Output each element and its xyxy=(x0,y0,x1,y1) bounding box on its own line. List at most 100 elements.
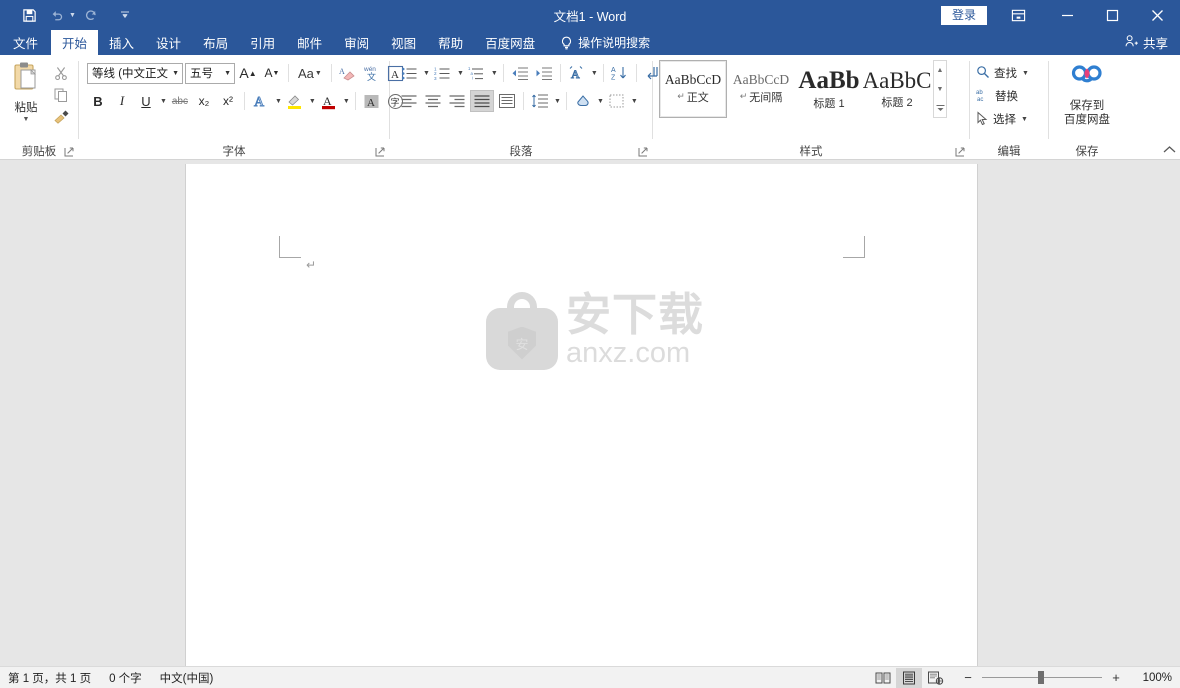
subscript-button[interactable]: x₂ xyxy=(193,90,215,112)
tab-home[interactable]: 开始 xyxy=(51,30,99,55)
tab-layout[interactable]: 布局 xyxy=(192,30,239,55)
font-name-chevron-down-icon[interactable]: ▼ xyxy=(169,70,179,77)
increase-indent-icon[interactable] xyxy=(533,62,555,84)
document-canvas[interactable]: ↵ 安 安下载 anxz.com xyxy=(0,160,1180,666)
tab-mailings[interactable]: 邮件 xyxy=(286,30,333,55)
cut-icon[interactable] xyxy=(50,63,72,82)
minimize-icon[interactable] xyxy=(1045,0,1090,30)
text-effects-chevron-down-icon[interactable]: ▼ xyxy=(275,98,282,105)
bullets-chevron-down-icon[interactable]: ▼ xyxy=(423,70,430,77)
redo-icon[interactable] xyxy=(78,4,104,26)
text-effects-icon[interactable]: A xyxy=(250,90,272,112)
tell-me-search[interactable]: 操作说明搜索 xyxy=(560,30,650,55)
share-button[interactable]: 共享 xyxy=(1124,30,1168,55)
page-indicator[interactable]: 第 1 页，共 1 页 xyxy=(8,670,91,686)
paste-button[interactable]: 粘贴 ▼ xyxy=(4,59,48,123)
align-center-icon[interactable] xyxy=(422,90,444,112)
asian-layout-chevron-down-icon[interactable]: ▼ xyxy=(591,70,598,77)
highlight-chevron-down-icon[interactable]: ▼ xyxy=(309,98,316,105)
styles-scroll-up-icon[interactable]: ▲ xyxy=(934,61,946,79)
font-color-chevron-down-icon[interactable]: ▼ xyxy=(343,98,350,105)
customize-quick-access-icon[interactable] xyxy=(112,4,138,26)
style-no-spacing[interactable]: AaBbCcD ↵ 无间隔 xyxy=(727,60,795,118)
tab-design[interactable]: 设计 xyxy=(145,30,192,55)
styles-scroll-down-icon[interactable]: ▼ xyxy=(934,80,946,98)
numbering-chevron-down-icon[interactable]: ▼ xyxy=(457,70,464,77)
multilevel-chevron-down-icon[interactable]: ▼ xyxy=(491,70,498,77)
sort-icon[interactable]: AZ xyxy=(609,62,631,84)
copy-icon[interactable] xyxy=(50,85,72,104)
tab-baidu-netdisk[interactable]: 百度网盘 xyxy=(474,30,546,55)
justify-icon[interactable] xyxy=(470,90,494,112)
word-count[interactable]: 0 个字 xyxy=(109,670,142,686)
undo-chevron-down-icon[interactable]: ▼ xyxy=(69,12,76,19)
grow-font-button[interactable]: A ▲ xyxy=(237,62,259,84)
line-spacing-icon[interactable] xyxy=(529,90,551,112)
save-icon[interactable] xyxy=(16,4,42,26)
style-normal[interactable]: AaBbCcD ↵ 正文 xyxy=(659,60,727,118)
distribute-icon[interactable] xyxy=(496,90,518,112)
superscript-button[interactable]: x² xyxy=(217,90,239,112)
format-painter-icon[interactable] xyxy=(50,107,72,126)
sign-in-button[interactable]: 登录 xyxy=(940,5,987,25)
web-layout-icon[interactable] xyxy=(922,668,948,688)
decrease-indent-icon[interactable] xyxy=(509,62,531,84)
select-button[interactable]: 选择 ▼ xyxy=(976,109,1029,129)
bold-button[interactable]: B xyxy=(87,90,109,112)
multilevel-list-icon[interactable]: 1ai xyxy=(466,62,488,84)
change-case-chevron-down-icon[interactable]: ▼ xyxy=(315,70,322,77)
tab-view[interactable]: 视图 xyxy=(380,30,427,55)
borders-chevron-down-icon[interactable]: ▼ xyxy=(631,98,638,105)
asian-layout-icon[interactable]: A xyxy=(566,62,588,84)
tab-insert[interactable]: 插入 xyxy=(98,30,145,55)
undo-icon[interactable] xyxy=(44,4,70,26)
phonetic-guide-icon[interactable]: wén 文 xyxy=(361,62,383,84)
tab-file[interactable]: 文件 xyxy=(0,30,51,55)
language-indicator[interactable]: 中文(中国) xyxy=(160,670,214,686)
shading-icon[interactable] xyxy=(572,90,594,112)
clipboard-dialog-launcher[interactable] xyxy=(64,147,74,157)
bullets-icon[interactable] xyxy=(398,62,420,84)
font-size-input[interactable]: 五号 ▼ xyxy=(185,62,235,84)
save-to-baidu-netdisk-button[interactable]: 保存到 百度网盘 xyxy=(1052,59,1122,128)
read-mode-icon[interactable] xyxy=(870,668,896,688)
font-color-icon[interactable]: A xyxy=(318,90,340,112)
tab-review[interactable]: 审阅 xyxy=(333,30,380,55)
highlight-icon[interactable] xyxy=(284,90,306,112)
tab-help[interactable]: 帮助 xyxy=(427,30,474,55)
styles-dialog-launcher[interactable] xyxy=(955,147,965,157)
close-icon[interactable] xyxy=(1135,0,1180,30)
character-shading-icon[interactable]: A xyxy=(361,90,383,112)
numbering-icon[interactable]: 123 xyxy=(432,62,454,84)
replace-button[interactable]: ab ac 替换 xyxy=(976,86,1029,106)
maximize-icon[interactable] xyxy=(1090,0,1135,30)
paragraph-dialog-launcher[interactable] xyxy=(638,147,648,157)
align-left-icon[interactable] xyxy=(398,90,420,112)
collapse-ribbon-icon[interactable] xyxy=(1163,145,1176,157)
find-button[interactable]: 查找 ▼ xyxy=(976,63,1029,83)
zoom-out-button[interactable]: − xyxy=(962,670,974,685)
styles-gallery-scrollbar[interactable]: ▲ ▼ xyxy=(933,60,947,118)
paste-chevron-down-icon[interactable]: ▼ xyxy=(23,116,30,123)
font-dialog-launcher[interactable] xyxy=(375,147,385,157)
font-name-input[interactable]: 等线 (中文正文 ▼ xyxy=(87,62,183,84)
document-page[interactable]: ↵ 安 安下载 anxz.com xyxy=(185,164,978,666)
underline-button[interactable]: U xyxy=(135,90,157,112)
zoom-level-label[interactable]: 100% xyxy=(1130,672,1172,684)
underline-chevron-down-icon[interactable]: ▼ xyxy=(160,98,167,105)
borders-icon[interactable] xyxy=(606,90,628,112)
align-right-icon[interactable] xyxy=(446,90,468,112)
zoom-slider[interactable] xyxy=(982,671,1102,684)
style-heading-2[interactable]: AaBbC 标题 2 xyxy=(863,60,932,118)
clear-formatting-icon[interactable]: A xyxy=(337,62,359,84)
zoom-in-button[interactable]: + xyxy=(1110,670,1122,685)
shading-chevron-down-icon[interactable]: ▼ xyxy=(597,98,604,105)
italic-button[interactable]: I xyxy=(111,90,133,112)
shrink-font-button[interactable]: A ▼ xyxy=(261,62,283,84)
ribbon-display-options-icon[interactable] xyxy=(1001,0,1035,30)
tab-references[interactable]: 引用 xyxy=(239,30,286,55)
line-spacing-chevron-down-icon[interactable]: ▼ xyxy=(554,98,561,105)
find-chevron-down-icon[interactable]: ▼ xyxy=(1022,70,1029,77)
print-layout-icon[interactable] xyxy=(896,667,922,688)
select-chevron-down-icon[interactable]: ▼ xyxy=(1021,116,1028,123)
